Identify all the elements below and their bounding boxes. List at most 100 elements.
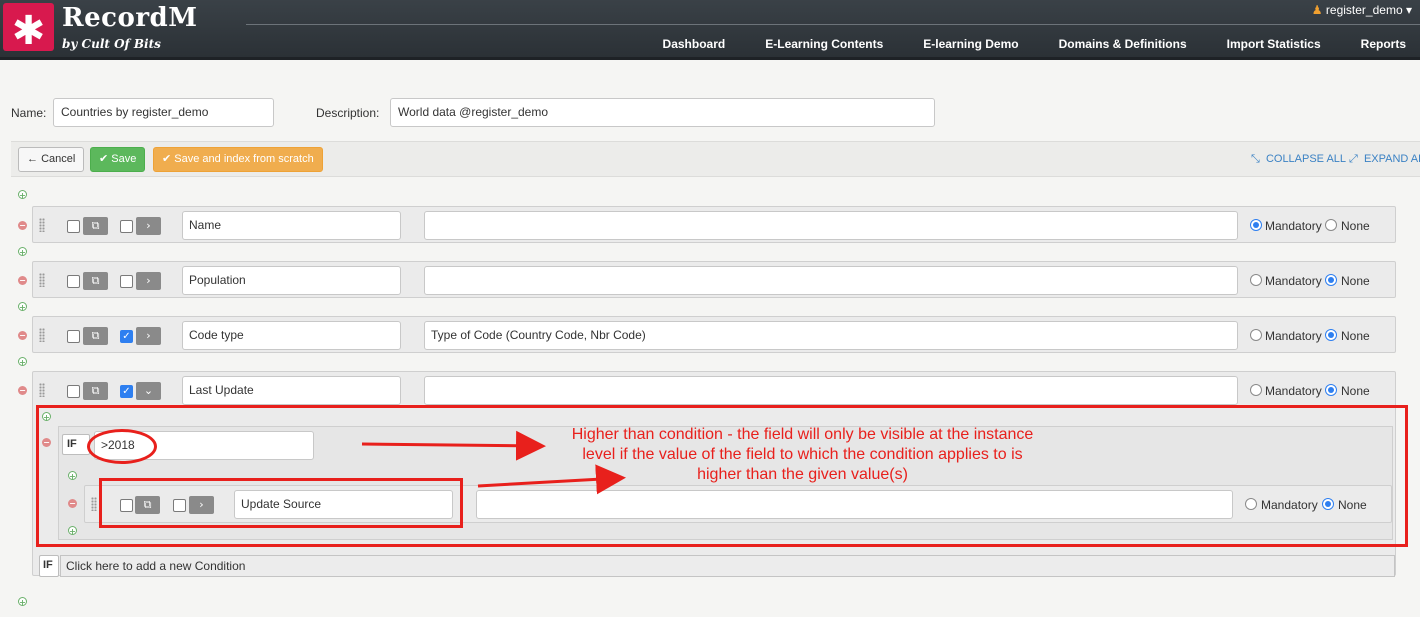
- check-icon: ✔: [162, 153, 172, 165]
- none-radio[interactable]: [1325, 219, 1337, 231]
- caret-down-icon: ▾: [1405, 3, 1412, 17]
- toolbar: ← Cancel ✔ Save ✔ Save and index from sc…: [11, 141, 1420, 177]
- field-description-input[interactable]: [424, 211, 1238, 240]
- field-row-population: ⧉ › Population Mandatory None: [32, 261, 1396, 298]
- remove-field-icon[interactable]: −: [18, 276, 27, 285]
- mandatory-radio[interactable]: [1250, 219, 1262, 231]
- expand-icon: ⤢: [1349, 153, 1358, 165]
- duplicate-icon[interactable]: ⧉: [83, 327, 108, 345]
- brand-tagline: by Cult Of Bits: [62, 37, 161, 51]
- user-icon: ♟: [1311, 3, 1323, 17]
- add-new-condition-button[interactable]: Click here to add a new Condition: [60, 555, 1395, 577]
- mandatory-label: Mandatory: [1265, 274, 1322, 288]
- description-label: Description:: [316, 106, 380, 120]
- brand-name[interactable]: RecordM: [62, 3, 197, 33]
- nav-e-learning-contents[interactable]: E-Learning Contents: [745, 37, 903, 55]
- save-label: Save: [111, 153, 137, 165]
- add-field-icon[interactable]: +: [18, 597, 27, 607]
- chevron-right-icon[interactable]: ›: [136, 272, 161, 290]
- field-description-input[interactable]: Type of Code (Country Code, Nbr Code): [424, 321, 1238, 350]
- none-radio[interactable]: [1325, 274, 1337, 286]
- save-button[interactable]: ✔ Save: [90, 147, 146, 172]
- field-name-input[interactable]: Name: [182, 211, 401, 240]
- nav-dashboard[interactable]: Dashboard: [643, 37, 746, 55]
- field-name-input[interactable]: Code type: [182, 321, 401, 350]
- app-header: ✱ RecordM by Cult Of Bits ♟ register_dem…: [0, 0, 1420, 60]
- mandatory-label: Mandatory: [1265, 219, 1322, 233]
- add-condition-if-tag[interactable]: IF: [39, 555, 59, 577]
- check-icon: ✔: [99, 153, 109, 165]
- cancel-button[interactable]: ← Cancel: [18, 147, 85, 172]
- duplicate-icon[interactable]: ⧉: [83, 217, 108, 235]
- mandatory-radio[interactable]: [1250, 274, 1262, 286]
- expand-all-link[interactable]: ⤢ EXPAND AL: [1349, 153, 1420, 166]
- field-description-input[interactable]: [424, 376, 1238, 405]
- none-radio[interactable]: [1325, 329, 1337, 341]
- if-label: IF: [43, 559, 53, 571]
- chevron-down-icon[interactable]: ⌄: [136, 382, 161, 400]
- save-index-label: Save and index from scratch: [174, 153, 314, 165]
- mandatory-radio[interactable]: [1250, 329, 1262, 341]
- add-field-icon[interactable]: +: [18, 357, 27, 367]
- user-name: register_demo: [1325, 3, 1403, 17]
- save-and-index-button[interactable]: ✔ Save and index from scratch: [153, 147, 323, 172]
- annotation-line: higher than the given value(s): [697, 466, 908, 483]
- drag-handle-icon[interactable]: [39, 328, 45, 342]
- logo-asterisk-icon[interactable]: ✱: [3, 3, 54, 54]
- nav-e-learning-demo[interactable]: E-learning Demo: [903, 37, 1038, 55]
- add-field-icon[interactable]: +: [18, 190, 27, 200]
- field-expand-checkbox[interactable]: [120, 220, 133, 233]
- nav-domains-definitions[interactable]: Domains & Definitions: [1039, 37, 1207, 55]
- field-expand-checkbox[interactable]: [120, 275, 133, 288]
- arrow-left-icon: ←: [27, 153, 38, 165]
- annotation-line: level if the value of the field to which…: [582, 446, 1023, 463]
- header-divider: [246, 24, 1420, 25]
- nav-import-statistics[interactable]: Import Statistics: [1207, 37, 1341, 55]
- none-label: None: [1341, 274, 1370, 288]
- field-name-input[interactable]: Last Update: [182, 376, 401, 405]
- drag-handle-icon[interactable]: [39, 273, 45, 287]
- chevron-right-icon[interactable]: ›: [136, 217, 161, 235]
- field-row-name: ⧉ › Name Mandatory None: [32, 206, 1396, 243]
- field-checkbox[interactable]: [67, 385, 80, 398]
- field-checkbox[interactable]: [67, 220, 80, 233]
- description-input[interactable]: World data @register_demo: [390, 98, 935, 127]
- field-expand-checkbox[interactable]: ✓: [120, 330, 133, 343]
- mandatory-label: Mandatory: [1265, 384, 1322, 398]
- collapse-all-link[interactable]: ⤡ COLLAPSE ALL: [1251, 153, 1346, 166]
- name-label: Name:: [11, 106, 47, 120]
- annotation-value-ellipse: [87, 429, 157, 464]
- remove-field-icon[interactable]: −: [18, 386, 27, 395]
- chevron-right-icon[interactable]: ›: [136, 327, 161, 345]
- collapse-icon: ⤡: [1251, 153, 1260, 165]
- field-description-input[interactable]: [424, 266, 1238, 295]
- field-checkbox[interactable]: [67, 330, 80, 343]
- field-expand-checkbox[interactable]: ✓: [120, 385, 133, 398]
- cancel-label: Cancel: [41, 153, 76, 165]
- collapse-all-label: COLLAPSE ALL: [1265, 153, 1347, 165]
- none-label: None: [1341, 329, 1370, 343]
- annotation-field-highlight: [99, 478, 463, 528]
- drag-handle-icon[interactable]: [39, 218, 45, 232]
- remove-field-icon[interactable]: −: [18, 331, 27, 340]
- add-field-icon[interactable]: +: [18, 302, 27, 312]
- drag-handle-icon[interactable]: [39, 383, 45, 397]
- field-checkbox[interactable]: [67, 275, 80, 288]
- add-field-icon[interactable]: +: [18, 247, 27, 257]
- expand-all-label: EXPAND AL: [1363, 153, 1420, 165]
- field-name-input[interactable]: Population: [182, 266, 401, 295]
- name-input[interactable]: Countries by register_demo: [53, 98, 274, 127]
- mandatory-label: Mandatory: [1265, 329, 1322, 343]
- duplicate-icon[interactable]: ⧉: [83, 272, 108, 290]
- main-nav: Dashboard E-Learning Contents E-learning…: [643, 37, 1420, 55]
- duplicate-icon[interactable]: ⧉: [83, 382, 108, 400]
- user-menu[interactable]: ♟ register_demo ▾: [1312, 3, 1412, 17]
- annotation-text: Higher than condition - the field will o…: [520, 425, 1085, 485]
- none-radio[interactable]: [1325, 384, 1337, 396]
- none-label: None: [1341, 384, 1370, 398]
- none-label: None: [1341, 219, 1370, 233]
- mandatory-radio[interactable]: [1250, 384, 1262, 396]
- annotation-line: Higher than condition - the field will o…: [571, 426, 1034, 443]
- remove-field-icon[interactable]: −: [18, 221, 27, 230]
- nav-reports[interactable]: Reports: [1341, 37, 1420, 55]
